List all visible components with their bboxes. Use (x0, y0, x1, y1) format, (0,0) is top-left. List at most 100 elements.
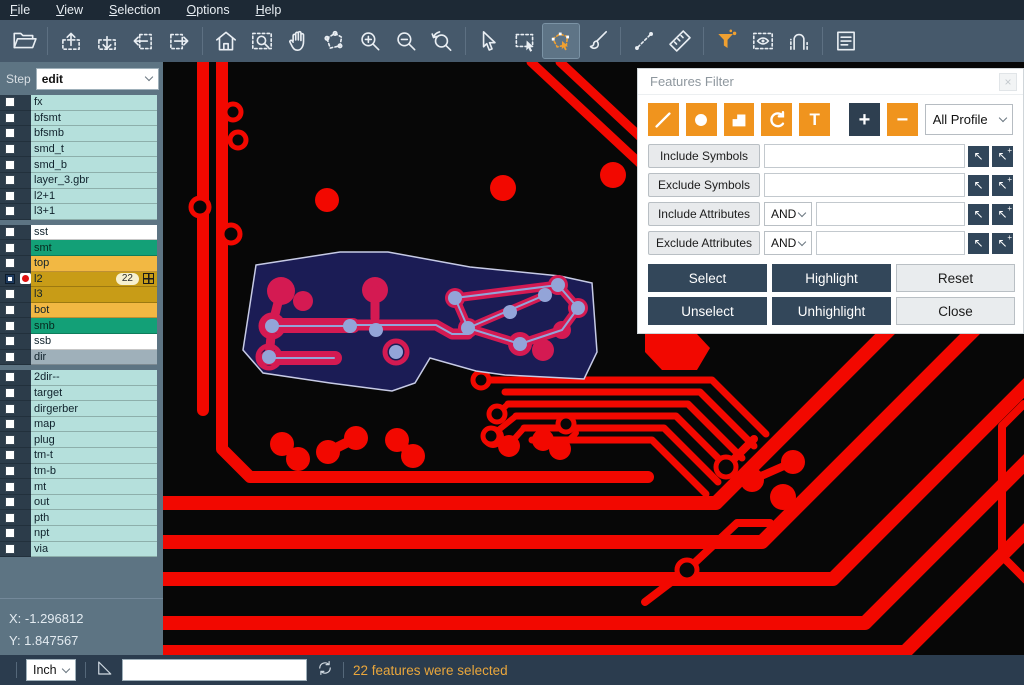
layer-row[interactable]: map (0, 417, 157, 433)
layer-indicator-slot[interactable] (20, 526, 31, 542)
pick-symbol-button[interactable]: ↖ (968, 175, 989, 196)
command-input[interactable] (122, 659, 307, 681)
layer-row[interactable]: top (0, 256, 157, 272)
pick-add-symbol-button[interactable]: ↖+ (992, 146, 1013, 167)
layer-indicator-slot[interactable] (20, 225, 31, 241)
exclude-symbols-input[interactable] (764, 173, 965, 197)
layer-indicator-slot[interactable] (20, 350, 31, 366)
layer-checkbox[interactable] (0, 350, 20, 366)
layer-name[interactable]: l2+1 (31, 189, 157, 205)
menu-options[interactable]: Options (186, 3, 229, 17)
layer-row[interactable]: out (0, 495, 157, 511)
layer-indicator-slot[interactable] (20, 464, 31, 480)
layer-name[interactable]: plug (31, 432, 157, 448)
profile-select[interactable]: All Profile (925, 104, 1013, 135)
layer-checkbox[interactable] (0, 142, 20, 158)
zoom-polygon-button[interactable] (316, 24, 352, 58)
layer-indicator-slot[interactable] (20, 510, 31, 526)
features-filter-button[interactable] (709, 24, 745, 58)
layer-indicator-slot[interactable] (20, 204, 31, 220)
menu-file[interactable]: File (10, 3, 30, 17)
filter-remove-button[interactable]: − (887, 103, 918, 136)
layer-indicator-slot[interactable] (20, 142, 31, 158)
layer-indicator-slot[interactable] (20, 495, 31, 511)
layer-row[interactable]: pth (0, 510, 157, 526)
exclude-attributes-button[interactable]: Exclude Attributes (648, 231, 760, 255)
layer-row[interactable]: bot (0, 303, 157, 319)
layer-checkbox[interactable] (0, 386, 20, 402)
layer-checkbox[interactable] (0, 225, 20, 241)
layer-name[interactable]: fx (31, 95, 157, 111)
layer-row[interactable]: target (0, 386, 157, 402)
menu-help[interactable]: Help (256, 3, 282, 17)
layer-name[interactable]: smb (31, 318, 157, 334)
layer-indicator-slot[interactable] (20, 173, 31, 189)
layer-row[interactable]: dir (0, 350, 157, 366)
filter-arc-button[interactable] (761, 103, 792, 136)
layer-name[interactable]: l3 (31, 287, 157, 303)
filter-add-button[interactable]: + (849, 103, 880, 136)
layer-name[interactable]: bfsmb (31, 126, 157, 142)
grid-icon[interactable] (143, 273, 154, 284)
layer-row[interactable]: smt (0, 240, 157, 256)
snap-button[interactable] (781, 24, 817, 58)
layer-row[interactable]: fx (0, 95, 157, 111)
layer-name[interactable]: ssb (31, 334, 157, 350)
layer-checkbox[interactable] (0, 334, 20, 350)
layer-checkbox[interactable] (0, 111, 20, 127)
layer-indicator-slot[interactable] (20, 417, 31, 433)
layer-row[interactable]: smd_t (0, 142, 157, 158)
layer-indicator-slot[interactable] (20, 370, 31, 386)
layer-row[interactable]: layer_3.gbr (0, 173, 157, 189)
include-attributes-input[interactable] (816, 202, 965, 226)
measure-button[interactable] (626, 24, 662, 58)
zoom-window-button[interactable] (244, 24, 280, 58)
highlight-button[interactable]: Highlight (772, 264, 891, 292)
layer-checkbox[interactable] (0, 370, 20, 386)
exclude-symbols-button[interactable]: Exclude Symbols (648, 173, 760, 197)
reset-button[interactable]: Reset (896, 264, 1015, 292)
layer-indicator-slot[interactable] (20, 386, 31, 402)
layer-name[interactable]: dirgerber (31, 401, 157, 417)
layer-row[interactable]: smb (0, 318, 157, 334)
select-polygon-button[interactable] (543, 24, 579, 58)
layer-indicator-slot[interactable] (20, 256, 31, 272)
layer-checkbox[interactable] (0, 479, 20, 495)
layer-indicator-slot[interactable] (20, 126, 31, 142)
menu-view[interactable]: View (56, 3, 83, 17)
layer-indicator-slot[interactable] (20, 157, 31, 173)
layer-name[interactable]: bot (31, 303, 157, 319)
layer-checkbox[interactable] (0, 303, 20, 319)
layer-checkbox[interactable] (0, 157, 20, 173)
layer-indicator-slot[interactable] (20, 542, 31, 558)
zoom-out-button[interactable] (388, 24, 424, 58)
layer-name[interactable]: top (31, 256, 157, 272)
unhighlight-button[interactable]: Unhighlight (772, 297, 891, 325)
layer-indicator-slot[interactable] (20, 432, 31, 448)
home-view-button[interactable] (208, 24, 244, 58)
layer-name[interactable]: map (31, 417, 157, 433)
layer-row[interactable]: ssb (0, 334, 157, 350)
layer-row[interactable]: tm-t (0, 448, 157, 464)
layer-row[interactable]: npt (0, 526, 157, 542)
include-attributes-operator[interactable]: AND (764, 202, 812, 226)
menu-selection[interactable]: Selection (109, 3, 160, 17)
move-left-button[interactable] (125, 24, 161, 58)
view-window-button[interactable] (745, 24, 781, 58)
layer-checkbox[interactable] (0, 432, 20, 448)
layer-indicator-slot[interactable] (20, 318, 31, 334)
layer-checkbox[interactable] (0, 526, 20, 542)
select-pointer-button[interactable] (471, 24, 507, 58)
layer-name[interactable]: via (31, 542, 157, 558)
layer-row[interactable]: 2dir-- (0, 370, 157, 386)
layer-checkbox[interactable] (0, 95, 20, 111)
move-up-button[interactable] (53, 24, 89, 58)
select-rectangle-button[interactable] (507, 24, 543, 58)
layer-indicator-slot[interactable] (20, 303, 31, 319)
layer-form-button[interactable] (828, 24, 864, 58)
layer-row[interactable]: tm-b (0, 464, 157, 480)
layer-checkbox[interactable] (0, 189, 20, 205)
select-button[interactable]: Select (648, 264, 767, 292)
include-attributes-button[interactable]: Include Attributes (648, 202, 760, 226)
layer-row[interactable]: bfsmt (0, 111, 157, 127)
